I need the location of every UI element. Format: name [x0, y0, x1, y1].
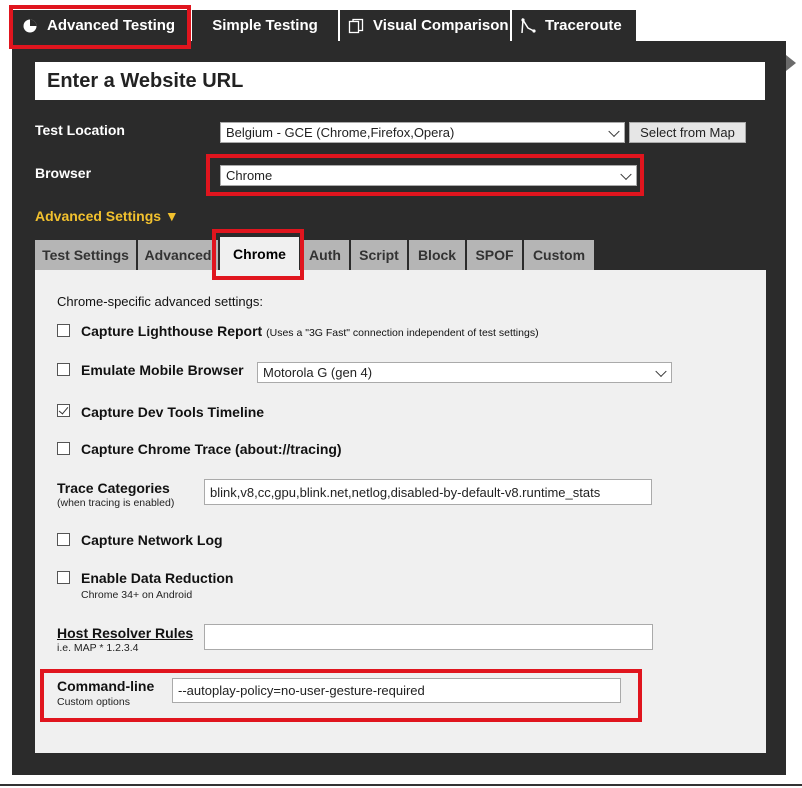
- test-location-label: Test Location: [35, 122, 125, 138]
- highlight-browser-select: [206, 154, 644, 196]
- tab-spof[interactable]: SPOF: [467, 240, 522, 270]
- chrome-trace-checkbox[interactable]: [57, 442, 70, 455]
- documents-icon: [348, 18, 364, 34]
- data-reduction-note: Chrome 34+ on Android: [81, 589, 193, 601]
- tab-script[interactable]: Script: [351, 240, 407, 270]
- mobile-device-value: Motorola G (gen 4): [263, 365, 373, 380]
- emulate-mobile-label: Emulate Mobile Browser: [81, 362, 244, 378]
- test-location-select[interactable]: Belgium - GCE (Chrome,Firefox,Opera): [220, 122, 625, 143]
- select-from-map-button[interactable]: Select from Map: [629, 122, 746, 143]
- host-resolver-label[interactable]: Host Resolver Rules: [57, 625, 193, 641]
- url-header-label: Enter a Website URL: [47, 69, 244, 92]
- bottom-divider: [0, 784, 802, 786]
- devtools-timeline-checkbox[interactable]: [57, 404, 70, 417]
- devtools-timeline-label: Capture Dev Tools Timeline: [81, 404, 265, 420]
- highlight-chrome-tab: [212, 229, 304, 280]
- tab-auth[interactable]: Auth: [301, 240, 349, 270]
- tab-simple-testing[interactable]: Simple Testing: [192, 10, 338, 41]
- data-reduction-label: Enable Data Reduction: [81, 570, 234, 586]
- chrome-settings-intro: Chrome-specific advanced settings:: [57, 294, 263, 309]
- tab-traceroute[interactable]: Traceroute: [512, 10, 636, 41]
- host-resolver-note: i.e. MAP * 1.2.3.4: [57, 642, 139, 654]
- panel-arrow-icon: [786, 55, 796, 71]
- trace-categories-note: (when tracing is enabled): [57, 497, 175, 509]
- advanced-settings-toggle[interactable]: Advanced Settings ▼: [35, 208, 179, 224]
- tab-advanced[interactable]: Advanced: [138, 240, 218, 270]
- lighthouse-label: Capture Lighthouse Report: [81, 323, 263, 339]
- highlight-advanced-tab: [9, 5, 191, 49]
- tab-simple-label: Simple Testing: [212, 17, 318, 34]
- chevron-down-icon: [608, 125, 620, 137]
- host-resolver-input[interactable]: [204, 624, 653, 650]
- lighthouse-row: Capture Lighthouse Report (Uses a "3G Fa…: [81, 323, 539, 339]
- tab-visual-comparison[interactable]: Visual Comparison: [340, 10, 510, 41]
- tab-custom[interactable]: Custom: [524, 240, 594, 270]
- test-location-value: Belgium - GCE (Chrome,Firefox,Opera): [226, 125, 455, 140]
- tab-block[interactable]: Block: [409, 240, 465, 270]
- lighthouse-note: (Uses a "3G Fast" connection independent…: [266, 327, 539, 339]
- emulate-mobile-checkbox[interactable]: [57, 363, 70, 376]
- trace-categories-label: Trace Categories: [57, 480, 170, 496]
- lighthouse-checkbox[interactable]: [57, 324, 70, 337]
- url-header[interactable]: Enter a Website URL: [35, 62, 765, 100]
- network-log-checkbox[interactable]: [57, 533, 70, 546]
- route-icon: [520, 17, 536, 34]
- chevron-down-icon: [655, 365, 667, 377]
- tab-test-settings[interactable]: Test Settings: [35, 240, 136, 270]
- mobile-device-select[interactable]: Motorola G (gen 4): [257, 362, 672, 383]
- tab-visual-label: Visual Comparison: [373, 17, 509, 34]
- chrome-trace-label: Capture Chrome Trace (about://tracing): [81, 441, 342, 457]
- data-reduction-checkbox[interactable]: [57, 571, 70, 584]
- tab-traceroute-label: Traceroute: [545, 17, 622, 34]
- network-log-label: Capture Network Log: [81, 532, 223, 548]
- trace-categories-input[interactable]: blink,v8,cc,gpu,blink.net,netlog,disable…: [204, 479, 652, 505]
- highlight-command-line: [40, 669, 642, 722]
- browser-label: Browser: [35, 165, 92, 181]
